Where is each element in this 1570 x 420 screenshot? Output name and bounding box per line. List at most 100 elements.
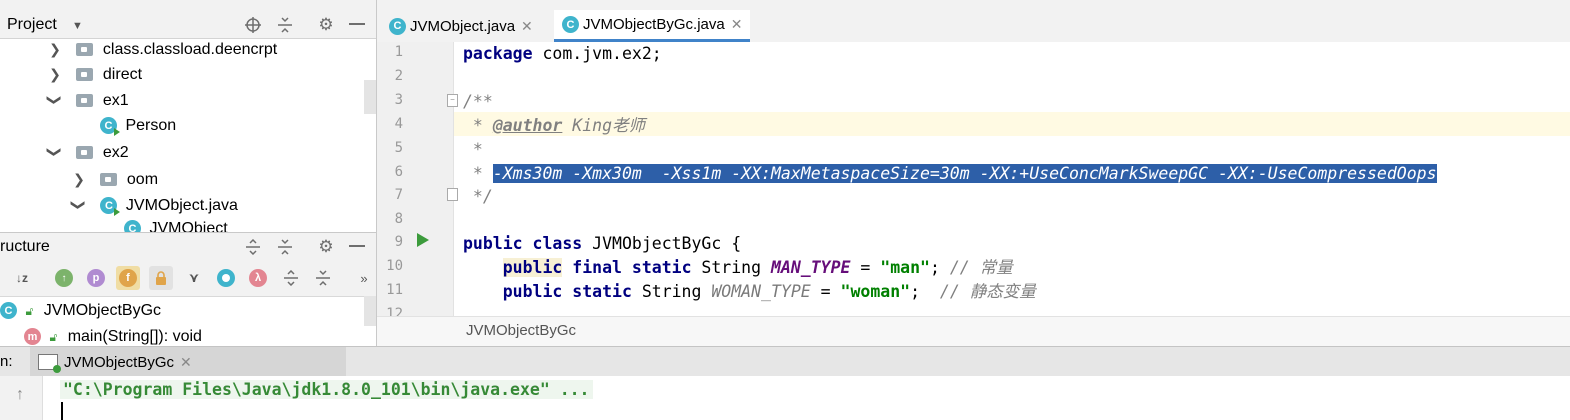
console-output[interactable]: ↑ "C:\Program Files\Java\jdk1.8.0_101\bi… — [0, 376, 1570, 420]
structure-toolbar: ↓z ↑ p f ⋎ λ » — [0, 261, 376, 297]
collapse-all-icon[interactable] — [274, 236, 296, 258]
show-anonymous-icon[interactable] — [214, 266, 238, 290]
tab-jvmobject[interactable]: C JVMObject.java ✕ — [381, 10, 541, 42]
tree-item-label: JVMObject — [149, 220, 228, 232]
line-number: 8 — [394, 211, 403, 227]
minimize-icon[interactable] — [346, 14, 368, 36]
sort-alphabetically-icon[interactable]: ↓z — [10, 266, 34, 290]
show-inherited-icon[interactable]: ↑ — [52, 266, 76, 290]
text-cursor — [61, 402, 63, 420]
close-icon[interactable]: ✕ — [731, 16, 743, 33]
run-tab-label: JVMObjectByGc — [64, 353, 175, 371]
editor-gutter: 1 2 3 4 5 6 7 8 9 10 11 12 − — [377, 42, 458, 316]
tree-item-jvmobject-java[interactable]: ❯ C JVMObject.java — [71, 192, 238, 218]
code-line-7: */ — [463, 187, 493, 206]
console-gutter: ↑ — [0, 376, 43, 420]
code-line-6: * -Xms30m -Xmx30m -Xss1m -XX:MaxMetaspac… — [463, 164, 1437, 183]
chevron-right-icon[interactable]: ❯ — [48, 36, 62, 62]
tree-item-direct[interactable]: ❯ direct — [48, 61, 142, 87]
folder-icon — [76, 43, 94, 57]
structure-item-method[interactable]: m 🔓︎ main(String[]): void — [24, 324, 202, 347]
line-number: 4 — [394, 116, 403, 132]
gear-icon[interactable]: ⚙ — [315, 236, 337, 258]
tab-label: JVMObjectByGc.java — [583, 16, 725, 33]
line-number: 5 — [394, 140, 403, 156]
close-icon[interactable]: ✕ — [180, 354, 192, 371]
folder-icon — [76, 68, 94, 82]
editor-tab-bar: C JVMObject.java ✕ C JVMObjectByGc.java … — [377, 10, 1570, 43]
scrollbar-thumb[interactable] — [364, 80, 376, 114]
tree-item-label: oom — [126, 171, 159, 188]
tree-item-jvmobject[interactable]: C JVMObject — [124, 216, 228, 232]
show-fields-icon[interactable]: f — [116, 266, 140, 290]
tree-item-label: direct — [102, 66, 143, 83]
fold-icon[interactable]: − — [447, 94, 458, 107]
line-number: 9 — [394, 234, 403, 250]
scrollbar-thumb[interactable] — [364, 296, 376, 326]
collapse-all-icon[interactable] — [274, 14, 296, 36]
structure-panel-header: ructure ⚙ — [0, 233, 376, 261]
method-icon: m — [24, 328, 41, 346]
code-line-11: public static String WOMAN_TYPE = "woman… — [502, 282, 1036, 301]
structure-panel: ructure ⚙ ↓z ↑ p f ⋎ λ » C 🔓︎ JVMObjectB… — [0, 232, 377, 347]
line-number: 10 — [386, 258, 403, 274]
chevron-right-icon[interactable]: ❯ — [72, 166, 86, 192]
show-hierarchy-icon[interactable]: ⋎ — [182, 266, 206, 290]
more-icon[interactable]: » — [352, 266, 376, 290]
minimize-icon[interactable] — [346, 236, 368, 258]
fold-end-icon[interactable] — [447, 188, 458, 201]
tree-item-ex1[interactable]: ❯ ex1 — [47, 87, 129, 113]
show-non-public-icon[interactable] — [149, 266, 173, 290]
structure-item-label: main(String[]): void — [67, 328, 202, 345]
tree-item-oom[interactable]: ❯ oom — [72, 166, 158, 192]
code-line-10: public final static String MAN_TYPE = "m… — [502, 258, 1013, 277]
console-icon — [38, 354, 61, 373]
show-properties-icon[interactable]: p — [84, 266, 108, 290]
chevron-down-icon[interactable]: ❯ — [42, 93, 68, 107]
code-line-5: * — [463, 140, 483, 159]
close-icon[interactable]: ✕ — [521, 18, 533, 35]
expand-all-icon[interactable] — [279, 266, 303, 290]
chevron-down-icon[interactable]: ❯ — [42, 145, 68, 159]
code-editor[interactable]: 1 2 3 4 5 6 7 8 9 10 11 12 − package com… — [377, 42, 1570, 316]
gear-icon[interactable]: ⚙ — [315, 14, 337, 36]
line-number: 2 — [394, 68, 403, 84]
project-panel-header: Project ▼ ⚙ — [0, 0, 376, 39]
project-panel: Project ▼ ⚙ ❯ class.classload.deencrpt ❯… — [0, 0, 377, 232]
line-number: 6 — [394, 164, 403, 180]
folder-icon — [100, 173, 118, 187]
tree-item-ex2[interactable]: ❯ ex2 — [47, 139, 129, 165]
structure-item-label: JVMObjectByGc — [43, 302, 162, 319]
tree-item-person[interactable]: C Person — [100, 113, 176, 139]
public-lock-icon: 🔓︎ — [25, 304, 34, 318]
arrow-up-icon[interactable]: ↑ — [16, 386, 24, 404]
class-icon: C — [100, 117, 120, 137]
public-lock-icon: 🔓︎ — [49, 330, 58, 344]
line-number: 7 — [394, 187, 403, 203]
line-number: 12 — [386, 306, 403, 316]
tree-item-label: JVMObject.java — [125, 197, 238, 214]
tree-item-deencrpt[interactable]: ❯ class.classload.deencrpt — [48, 36, 277, 62]
expand-all-icon[interactable] — [242, 236, 264, 258]
tab-label: JVMObject.java — [410, 17, 516, 35]
class-icon: C — [562, 16, 579, 33]
code-line-4: * @author King老师 — [463, 116, 646, 135]
class-icon: C — [0, 302, 17, 320]
code-line-1: package com.jvm.ex2; — [463, 44, 662, 63]
selected-text: -Xms30m -Xmx30m -Xss1m -XX:MaxMetaspaceS… — [492, 164, 1437, 183]
breadcrumb-item[interactable]: JVMObjectByGc — [466, 322, 576, 339]
chevron-down-icon[interactable]: ❯ — [66, 198, 92, 212]
locate-icon[interactable] — [242, 14, 264, 36]
show-lambdas-icon[interactable]: λ — [246, 266, 270, 290]
breadcrumb: JVMObjectByGc — [377, 316, 1570, 347]
structure-item-class[interactable]: C 🔓︎ JVMObjectByGc — [0, 298, 161, 324]
structure-panel-title: ructure — [0, 238, 50, 255]
chevron-right-icon[interactable]: ❯ — [48, 61, 62, 87]
tab-jvmobjectbygc[interactable]: C JVMObjectByGc.java ✕ — [554, 10, 751, 42]
run-tab[interactable]: JVMObjectByGc ✕ — [30, 347, 346, 377]
chevron-down-icon[interactable]: ▼ — [72, 20, 83, 32]
project-panel-title[interactable]: Project — [7, 16, 57, 34]
run-icon[interactable] — [417, 233, 429, 247]
collapse-all-icon[interactable] — [311, 266, 335, 290]
folder-icon — [76, 94, 94, 108]
